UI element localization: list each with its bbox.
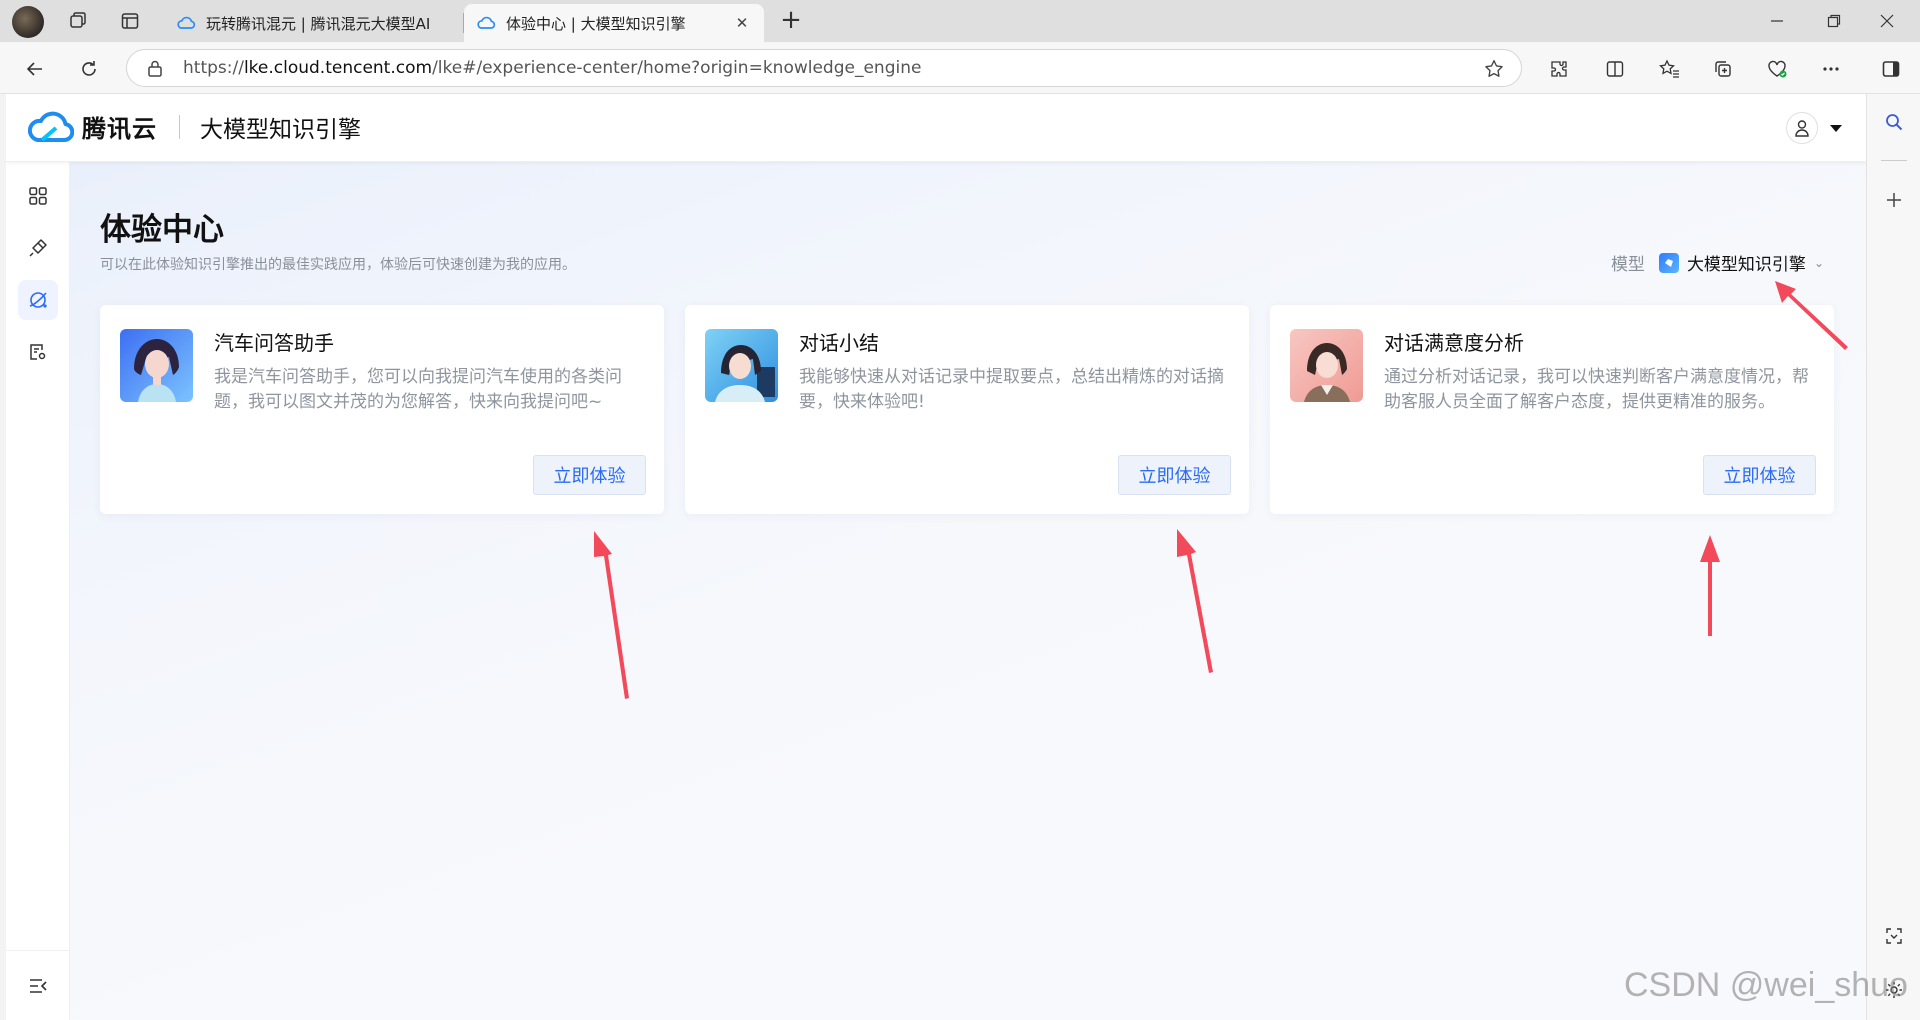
tab-hunyuan[interactable]: 玩转腾讯混元 | 腾讯混元大模型AI	[164, 4, 464, 42]
app-card-dialog-summary[interactable]: 对话小结 我能够快速从对话记录中提取要点，总结出精炼的对话摘要，快来体验吧! 立…	[685, 305, 1249, 514]
browser-essentials-icon[interactable]	[1762, 54, 1792, 84]
user-icon[interactable]	[1786, 112, 1818, 144]
minimize-button[interactable]	[1754, 6, 1800, 36]
car-assistant-avatar	[120, 329, 193, 402]
restore-button[interactable]	[1811, 6, 1857, 36]
card-description: 通过分析对话记录，我可以快速判断客户满意度情况，帮助客服人员全面了解客户态度，提…	[1384, 367, 1809, 412]
tencent-cloud-favicon-icon	[177, 16, 196, 29]
sidebar-divider	[1881, 160, 1907, 161]
tab-title: 玩转腾讯混元 | 腾讯混元大模型AI	[206, 14, 431, 33]
collapse-menu-icon[interactable]	[6, 950, 70, 1020]
satisfaction-assistant-avatar	[1290, 329, 1363, 402]
close-window-button[interactable]	[1864, 6, 1910, 36]
model-label: 模型	[1610, 255, 1645, 275]
close-tab-icon[interactable]: ✕	[732, 14, 752, 32]
vertical-tabs-icon[interactable]	[116, 8, 144, 34]
card-description: 我能够快速从对话记录中提取要点，总结出精炼的对话摘要，快来体验吧!	[799, 367, 1224, 412]
try-now-button[interactable]: 立即体验	[1703, 455, 1816, 495]
nav-apps-icon[interactable]	[18, 176, 58, 216]
top-navigation: 腾讯云 大模型知识引擎	[6, 94, 1866, 162]
chevron-down-icon[interactable]	[1830, 124, 1842, 132]
try-now-button[interactable]: 立即体验	[533, 455, 646, 495]
screenshot-icon[interactable]	[1880, 922, 1908, 950]
knowledge-engine-icon	[1658, 252, 1679, 273]
back-button[interactable]	[20, 54, 50, 84]
add-sidebar-app-icon[interactable]	[1880, 186, 1908, 214]
sidebar-toggle-icon[interactable]	[1876, 54, 1906, 84]
profile-avatar[interactable]	[12, 6, 44, 38]
tab-experience-center[interactable]: 体验中心 | 大模型知识引擎 ✕	[464, 4, 764, 42]
more-menu-icon[interactable]	[1816, 54, 1846, 84]
model-value: 大模型知识引擎	[1686, 255, 1806, 275]
split-screen-icon[interactable]	[1600, 54, 1630, 84]
chevron-down-icon[interactable]: ⌄	[1814, 256, 1824, 270]
collections-icon[interactable]	[1708, 54, 1738, 84]
product-name: 大模型知识引擎	[200, 116, 361, 143]
try-now-button[interactable]: 立即体验	[1118, 455, 1231, 495]
address-toolbar: https://lke.cloud.tencent.com/lke#/exper…	[0, 42, 1920, 94]
card-title: 对话小结	[799, 331, 879, 355]
lock-icon[interactable]	[147, 59, 169, 77]
summary-assistant-avatar	[705, 329, 778, 402]
app-card-car-qa[interactable]: 汽车问答助手 我是汽车问答助手，您可以向我提问汽车使用的各类问题，我可以图文并茂…	[100, 305, 664, 514]
tencent-cloud-favicon-icon	[477, 16, 496, 29]
nav-plugin-icon[interactable]	[18, 228, 58, 268]
refresh-button[interactable]	[74, 54, 104, 84]
brand-divider	[179, 114, 180, 139]
watermark-text: CSDN @wei_shuo	[1624, 966, 1908, 1004]
new-tab-button[interactable]: +	[776, 6, 806, 36]
model-selector[interactable]: 模型 大模型知识引擎 ⌄	[1611, 250, 1824, 275]
favorites-icon[interactable]	[1654, 54, 1684, 84]
main-content: 体验中心 可以在此体验知识引擎推出的最佳实践应用，体验后可快速创建为我的应用。 …	[70, 162, 1866, 1020]
nav-experience-center-icon[interactable]	[18, 280, 58, 320]
extensions-icon[interactable]	[1544, 54, 1574, 84]
card-title: 汽车问答助手	[214, 331, 334, 355]
nav-settings-doc-icon[interactable]	[18, 332, 58, 372]
search-icon[interactable]	[1880, 108, 1908, 136]
address-bar[interactable]: https://lke.cloud.tencent.com/lke#/exper…	[126, 49, 1522, 87]
tab-title: 体验中心 | 大模型知识引擎	[506, 14, 686, 33]
brand[interactable]: 腾讯云 大模型知识引擎	[28, 109, 361, 144]
page-title: 体验中心	[100, 212, 224, 248]
workspaces-icon[interactable]	[64, 8, 92, 34]
user-menu[interactable]	[1786, 112, 1842, 144]
page-subtitle: 可以在此体验知识引擎推出的最佳实践应用，体验后可快速创建为我的应用。	[100, 257, 576, 273]
favorite-star-icon[interactable]	[1483, 58, 1505, 84]
card-description: 我是汽车问答助手，您可以向我提问汽车使用的各类问题，我可以图文并茂的为您解答，快…	[214, 367, 622, 412]
tencent-cloud-logo-icon	[28, 111, 74, 142]
app-card-satisfaction-analysis[interactable]: 对话满意度分析 通过分析对话记录，我可以快速判断客户满意度情况，帮助客服人员全面…	[1270, 305, 1834, 514]
browser-sidebar	[1866, 94, 1920, 1020]
brand-name: 腾讯云	[82, 115, 157, 143]
url-text: https://lke.cloud.tencent.com/lke#/exper…	[183, 58, 922, 78]
browser-tab-bar: 玩转腾讯混元 | 腾讯混元大模型AI 体验中心 | 大模型知识引擎 ✕ +	[0, 0, 1920, 42]
card-title: 对话满意度分析	[1384, 331, 1524, 355]
left-navigation	[6, 162, 70, 1020]
web-page: 腾讯云 大模型知识引擎 体验中心 可以在此体验知识引擎推出的最佳实践应用，体验后…	[6, 94, 1866, 1020]
